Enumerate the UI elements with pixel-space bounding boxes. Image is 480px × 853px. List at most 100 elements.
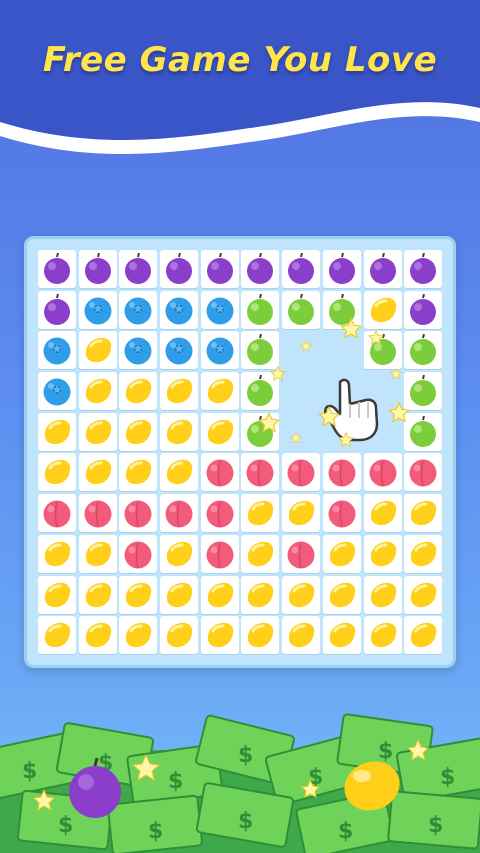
grid-cell[interactable]	[38, 616, 76, 655]
grid-cell[interactable]	[78, 290, 117, 329]
grid-cell[interactable]	[200, 250, 239, 288]
grid-cell[interactable]	[404, 616, 443, 655]
grid-cell[interactable]	[282, 290, 321, 329]
lemon-fruit-icon	[244, 538, 276, 570]
grid-cell[interactable]	[404, 575, 443, 614]
grid-cell[interactable]	[404, 250, 443, 288]
grid-cell[interactable]	[241, 616, 280, 655]
grid-cell[interactable]	[200, 331, 239, 370]
grid-cell[interactable]	[241, 250, 280, 288]
grid-cell[interactable]	[119, 290, 158, 329]
grid-cell[interactable]	[38, 372, 76, 411]
grid-cell[interactable]	[241, 575, 280, 614]
grid-cell[interactable]	[363, 575, 402, 614]
grid-cell[interactable]	[363, 290, 402, 329]
grid-cell[interactable]	[282, 453, 321, 492]
grid-cell[interactable]	[200, 453, 239, 492]
grid-cell[interactable]	[38, 575, 76, 614]
grid-cell[interactable]	[322, 534, 361, 573]
grid-cell[interactable]	[282, 534, 321, 573]
grid-cell[interactable]	[78, 372, 117, 411]
grid-cell[interactable]	[119, 494, 158, 533]
grid-cell[interactable]	[160, 575, 199, 614]
lemon-fruit-icon	[285, 619, 317, 651]
grid-cell[interactable]	[322, 494, 361, 533]
grid-cell[interactable]	[38, 412, 76, 451]
grid-cell[interactable]	[78, 575, 117, 614]
grid-cell[interactable]	[404, 534, 443, 573]
grape-fruit-icon	[326, 253, 358, 285]
grid-cell[interactable]	[78, 250, 117, 288]
grid-cell[interactable]	[200, 412, 239, 451]
grid-cell[interactable]	[200, 494, 239, 533]
grid-cell[interactable]	[119, 616, 158, 655]
grid-cell[interactable]	[404, 290, 443, 329]
lemon-fruit-icon	[204, 579, 236, 611]
grid-cell[interactable]	[404, 331, 443, 370]
grid-cell[interactable]	[38, 494, 76, 533]
grid-cell[interactable]	[78, 412, 117, 451]
grid-cell[interactable]	[38, 534, 76, 573]
grid-cell[interactable]	[322, 453, 361, 492]
grid-cell[interactable]	[38, 290, 76, 329]
lime-fruit-icon	[407, 415, 439, 448]
grid-cell[interactable]	[119, 453, 158, 492]
grid-cell[interactable]	[322, 616, 361, 655]
grid-cell[interactable]	[200, 616, 239, 655]
grid-cell[interactable]	[119, 575, 158, 614]
lemon-fruit-icon	[41, 416, 73, 448]
lemon-fruit-icon	[367, 619, 399, 651]
grid-cell[interactable]	[160, 250, 199, 288]
grid-cell[interactable]	[282, 616, 321, 655]
grid-cell[interactable]	[363, 250, 402, 288]
grid-cell[interactable]	[200, 290, 239, 329]
grape-fruit-icon	[122, 253, 154, 285]
svg-text:$: $	[22, 759, 37, 784]
grid-cell[interactable]	[200, 534, 239, 573]
grid-cell[interactable]	[160, 616, 199, 655]
grid-cell[interactable]	[119, 534, 158, 573]
grid-cell[interactable]	[160, 453, 199, 492]
grid-cell[interactable]	[241, 494, 280, 533]
grid-cell[interactable]	[282, 250, 321, 288]
grid-cell[interactable]	[38, 250, 76, 288]
grid-cell[interactable]	[404, 453, 443, 492]
grid-cell[interactable]	[363, 534, 402, 573]
grid-cell[interactable]	[282, 494, 321, 533]
grid-cell[interactable]	[160, 290, 199, 329]
grid-cell[interactable]	[160, 534, 199, 573]
grid-cell[interactable]	[241, 534, 280, 573]
lemon-fruit-icon	[204, 619, 236, 651]
grid-cell[interactable]	[282, 575, 321, 614]
grid-cell[interactable]	[322, 250, 361, 288]
grid-cell[interactable]	[160, 494, 199, 533]
grid-cell[interactable]	[363, 494, 402, 533]
grid-cell[interactable]	[363, 453, 402, 492]
grid-cell[interactable]	[404, 494, 443, 533]
grid-cell[interactable]	[78, 616, 117, 655]
grid-cell[interactable]	[160, 331, 199, 370]
grid-cell[interactable]	[119, 250, 158, 288]
peach-fruit-icon	[285, 456, 317, 488]
grid-cell[interactable]	[119, 372, 158, 411]
grid-cell[interactable]	[78, 534, 117, 573]
lemon-fruit-icon	[367, 538, 399, 570]
grid-cell[interactable]	[241, 331, 280, 370]
grid-cell[interactable]	[241, 290, 280, 329]
grid-cell[interactable]	[241, 453, 280, 492]
grid-cell[interactable]	[78, 331, 117, 370]
grid-cell[interactable]	[200, 372, 239, 411]
grid-cell[interactable]	[119, 331, 158, 370]
peach-fruit-icon	[122, 538, 154, 570]
grid-cell[interactable]	[160, 372, 199, 411]
grid-cell[interactable]	[78, 494, 117, 533]
grid-cell[interactable]	[119, 412, 158, 451]
grid-cell[interactable]	[38, 331, 76, 370]
grid-cell[interactable]	[322, 575, 361, 614]
grid-cell[interactable]	[78, 453, 117, 492]
grid-cell[interactable]	[38, 453, 76, 492]
lemon-fruit-icon	[163, 416, 195, 448]
grid-cell[interactable]	[200, 575, 239, 614]
grid-cell[interactable]	[160, 412, 199, 451]
grid-cell[interactable]	[363, 616, 402, 655]
